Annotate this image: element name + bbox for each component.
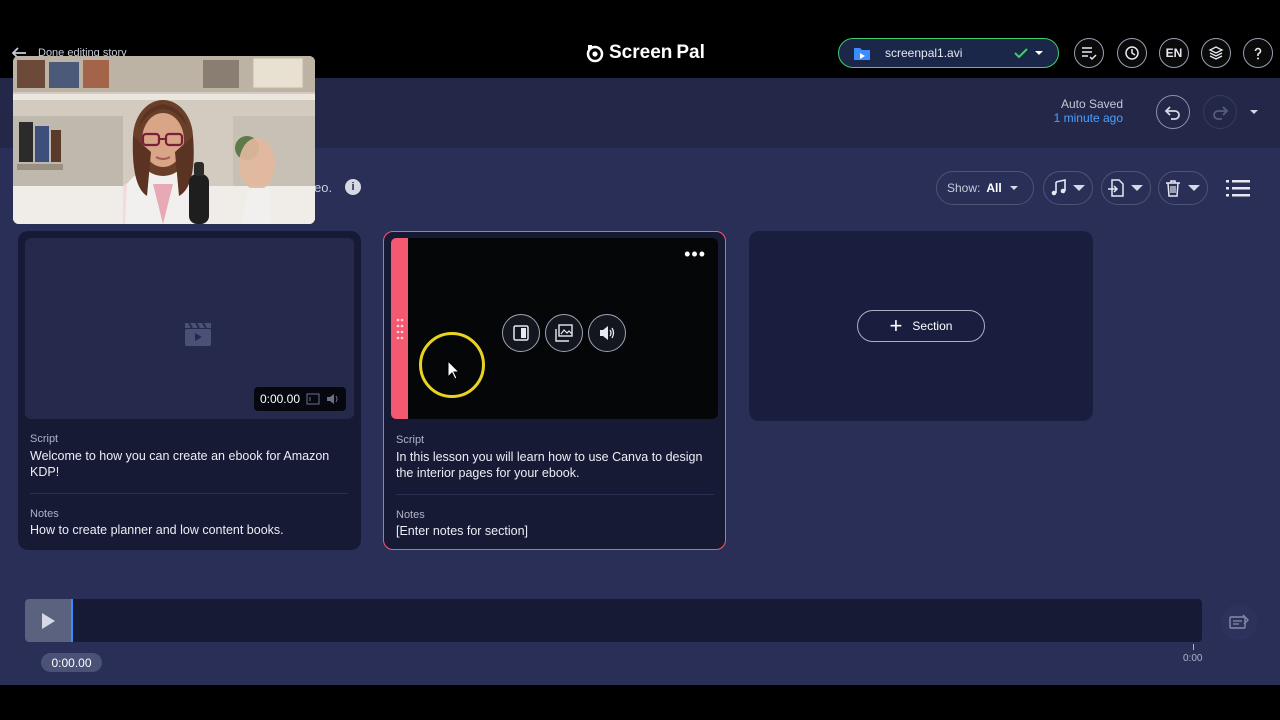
autosave-status: Auto Saved 1 minute ago [1054,97,1123,125]
section-card[interactable]: 0:00.00 Script Welcome to how you can cr… [18,231,361,550]
end-time: 0:00 [1183,653,1203,664]
info-text: eo. [314,180,333,195]
script-text[interactable]: In this lesson you will learn how to use… [396,449,716,481]
duration-text: 0:00.00 [259,392,300,406]
music-button[interactable] [1043,171,1093,205]
timeline-edit-icon [1229,614,1249,629]
end-tick [1193,644,1194,650]
info-icon[interactable]: i [345,179,361,195]
file-selector[interactable]: screenpal1.avi [838,38,1059,68]
chevron-down-icon [1130,185,1143,191]
language-label: EN [1165,46,1183,60]
show-label: Show: [947,181,981,195]
add-section-button[interactable]: + Section [857,310,985,342]
divider [30,493,348,494]
logo-text-screen: Screen [609,42,673,63]
file-name: screenpal1.avi [885,46,963,60]
divider [396,494,714,495]
notes-label: Notes [30,508,59,520]
folder-video-icon [854,48,870,60]
presenter-video-image [13,56,315,224]
image-icon [306,393,320,405]
timeline-settings-button[interactable] [1221,604,1257,640]
video-clapper-icon [185,322,211,346]
section-card-selected[interactable]: ••• Script In this lesson you will learn… [383,231,726,550]
caret-down-icon[interactable] [1248,107,1260,117]
autosave-title: Auto Saved [1060,97,1123,111]
section-thumbnail[interactable]: ••• [391,238,718,419]
chevron-down-icon [1187,185,1200,191]
add-section-label: Section [912,319,953,333]
autosave-time: 1 minute ago [1053,111,1123,125]
delete-button[interactable] [1158,171,1208,205]
clip-icon [513,325,529,341]
webcam-overlay [13,56,315,224]
more-options-icon[interactable]: ••• [684,245,706,263]
logo-icon [586,45,604,63]
notes-label: Notes [396,509,425,521]
layers-icon [1208,46,1224,60]
timeline-track[interactable] [25,599,1202,642]
playhead[interactable] [71,599,73,642]
script-label: Script [30,433,59,445]
screenpal-logo: Screen Pal [585,42,705,64]
music-note-icon [1051,179,1066,196]
redo-button[interactable] [1203,95,1237,129]
show-filter[interactable]: Show: All [936,171,1034,205]
script-label: Script [396,434,425,446]
help-button[interactable] [1243,38,1273,68]
trash-icon [1165,180,1180,197]
volume-icon [600,326,615,340]
history-icon [1125,46,1139,60]
volume-icon [327,394,338,404]
notes-text[interactable]: How to create planner and low content bo… [30,523,350,537]
clip-duration: 0:00.00 [253,387,346,411]
play-button[interactable] [25,599,71,642]
import-icon [1107,179,1124,197]
import-button[interactable] [1101,171,1151,205]
section-thumbnail[interactable]: 0:00.00 [25,238,354,419]
drag-handle[interactable] [391,238,408,419]
add-section-card: + Section [749,231,1093,421]
chevron-down-icon [1009,186,1018,190]
chevron-down-icon [1035,51,1043,55]
checklist-button[interactable] [1074,38,1104,68]
checklist-icon [1082,47,1097,61]
history-button[interactable] [1117,38,1147,68]
notes-input[interactable]: [Enter notes for section] [396,524,716,538]
grip-icon [396,318,404,340]
layers-button[interactable] [1201,38,1231,68]
images-icon [555,324,573,342]
add-clip-button[interactable] [502,314,540,352]
show-value: All [986,181,1002,195]
language-button[interactable]: EN [1159,38,1189,68]
add-audio-button[interactable] [588,314,626,352]
undo-icon [1164,106,1180,120]
check-icon [1014,48,1028,59]
list-view-icon[interactable] [1225,177,1251,199]
add-media-button[interactable] [545,314,583,352]
script-text[interactable]: Welcome to how you can create an ebook f… [30,448,350,480]
redo-icon [1213,106,1229,120]
undo-button[interactable] [1156,95,1190,129]
chevron-down-icon [1072,185,1085,191]
logo-text-pal: Pal [676,42,705,63]
help-icon [1254,47,1262,60]
play-icon [42,612,55,629]
mouse-pointer-icon [447,360,461,380]
current-time: 0:00.00 [41,653,102,672]
plus-icon: + [889,313,903,338]
